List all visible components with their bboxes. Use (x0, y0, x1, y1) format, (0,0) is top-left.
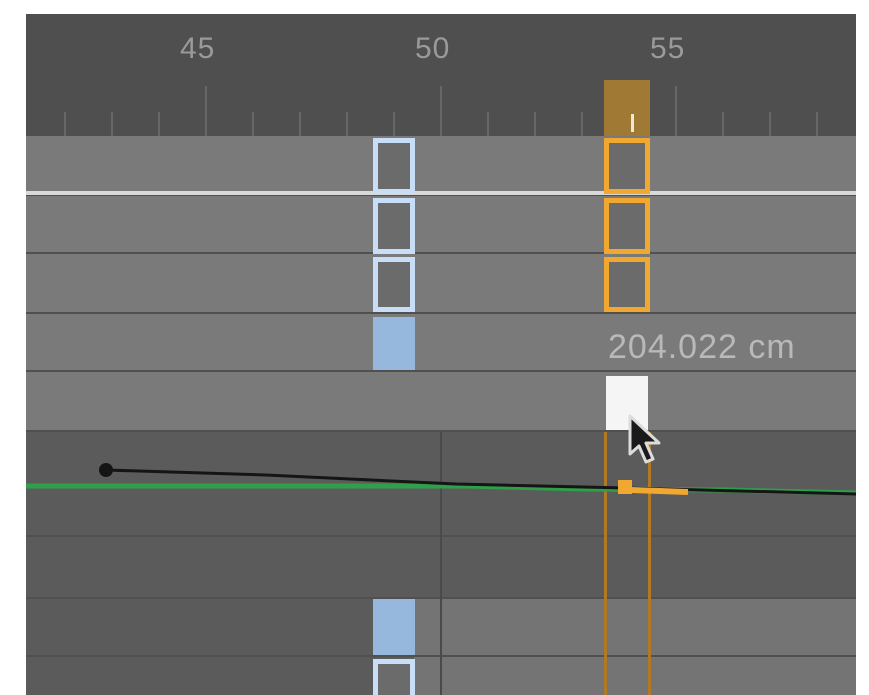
timeline-editor[interactable]: 45 50 55 204.022 cm (26, 14, 856, 695)
animation-curve-black (105, 468, 856, 496)
curve-handle-point (99, 463, 113, 477)
mouse-pointer-icon (628, 414, 661, 464)
curve-key-point (618, 480, 632, 494)
animation-curve[interactable] (26, 14, 856, 695)
curve-tangent-handle (631, 487, 689, 495)
